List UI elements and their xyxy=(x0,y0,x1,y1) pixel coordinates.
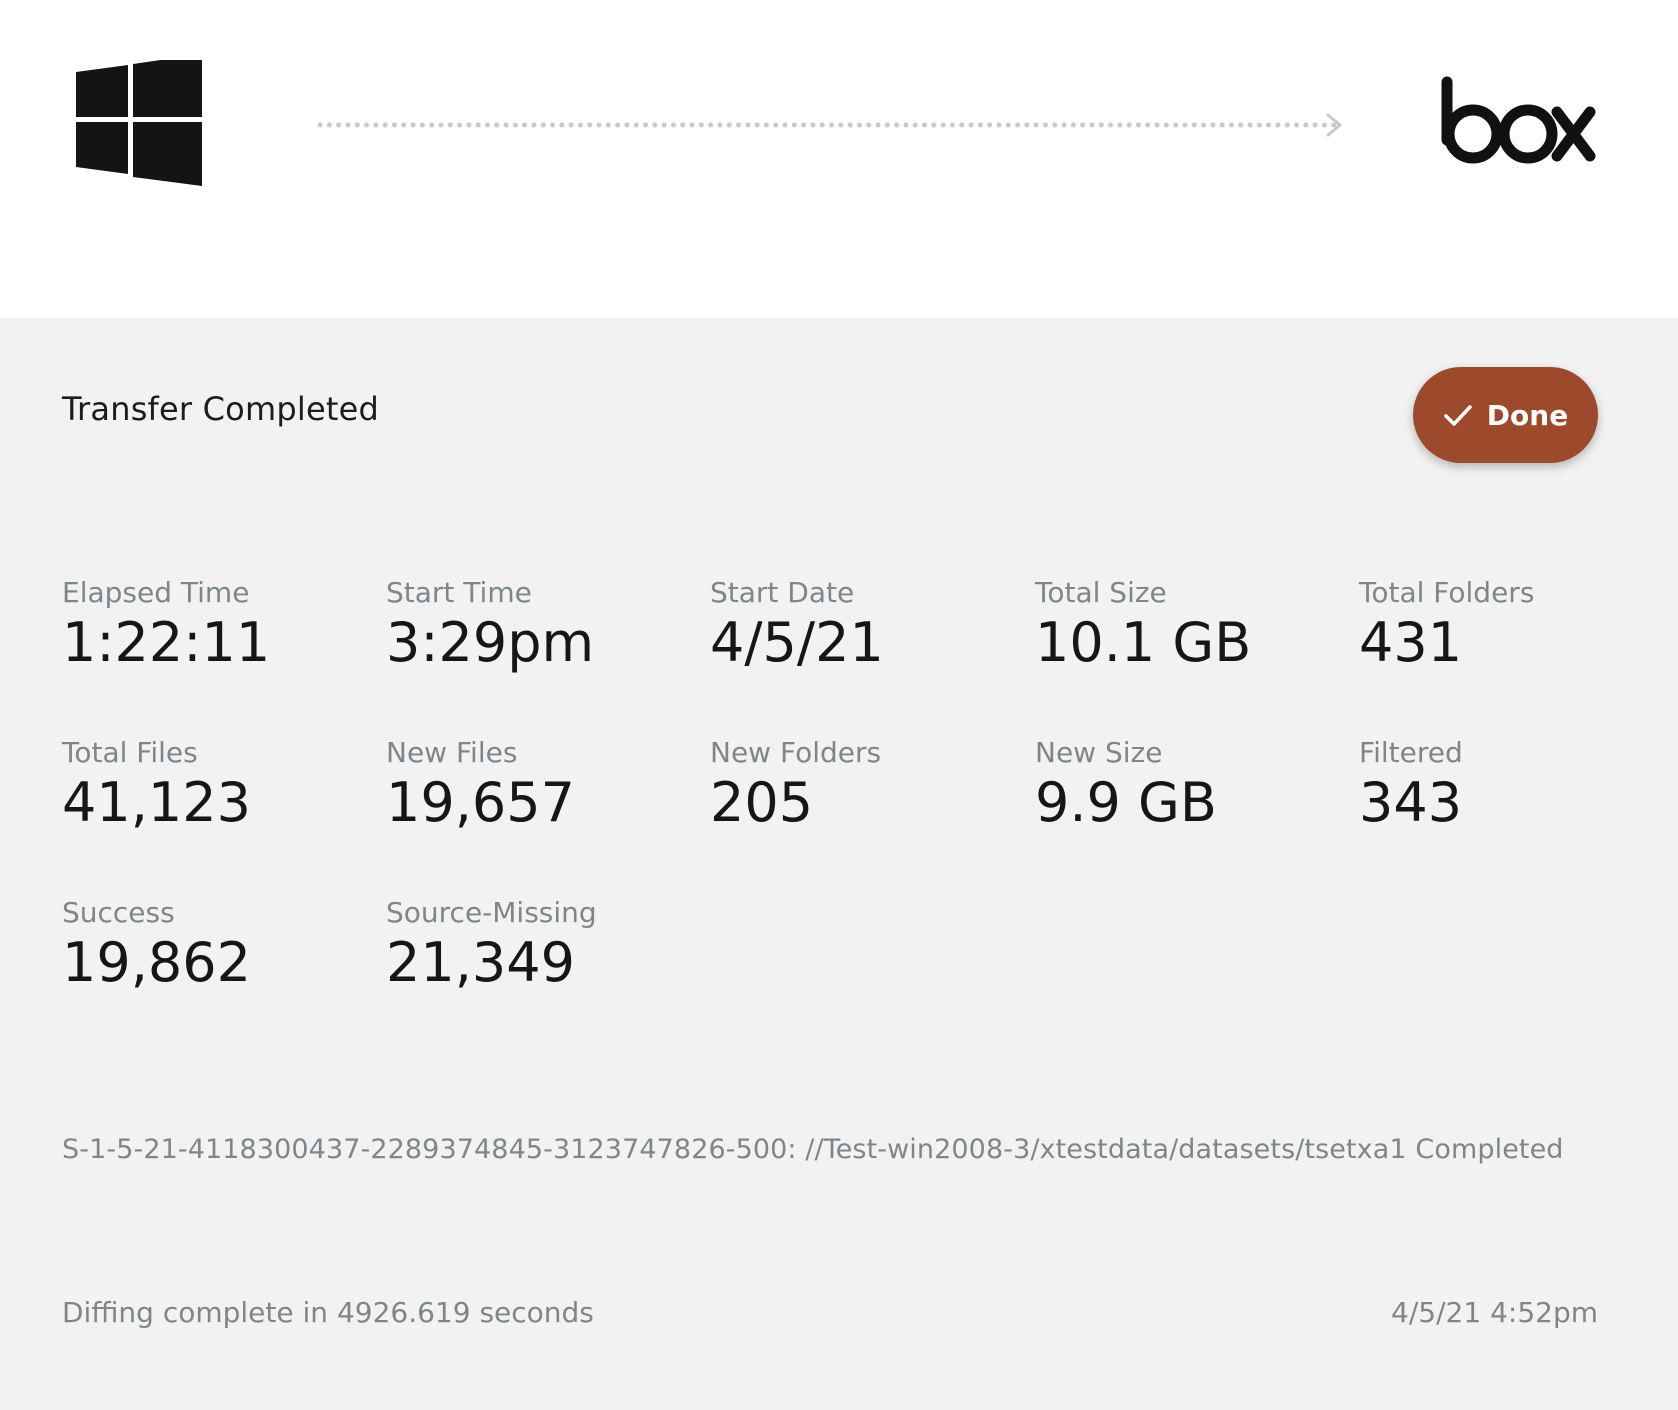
stat-value: 3:29pm xyxy=(386,611,595,674)
checkmark-icon xyxy=(1444,405,1472,426)
stat-value: 19,862 xyxy=(62,931,251,994)
stat-new-folders: New Folders 205 xyxy=(710,736,1030,834)
stat-value: 431 xyxy=(1359,611,1463,674)
stat-value: 9.9 GB xyxy=(1035,771,1217,834)
box-logo xyxy=(1441,76,1596,164)
stat-label: Source-Missing xyxy=(386,896,597,929)
stat-new-size: New Size 9.9 GB xyxy=(1035,736,1355,834)
stat-elapsed-time: Elapsed Time 1:22:11 xyxy=(62,576,382,674)
done-button[interactable]: Done xyxy=(1413,367,1598,463)
transfer-summary-page: Transfer Completed Done Elapsed Time 1:2… xyxy=(0,0,1678,1410)
dotted-arrow-icon xyxy=(318,113,1342,137)
stat-label: Start Time xyxy=(386,576,532,609)
stat-label: Success xyxy=(62,896,175,929)
stat-total-size: Total Size 10.1 GB xyxy=(1035,576,1355,674)
done-button-label: Done xyxy=(1486,398,1569,432)
stat-label: Start Date xyxy=(710,576,855,609)
stat-new-files: New Files 19,657 xyxy=(386,736,706,834)
log-path: S-1-5-21-4118300437-2289374845-312374782… xyxy=(62,1134,1407,1165)
stat-label: New Folders xyxy=(710,736,882,769)
windows-logo-icon xyxy=(76,60,202,186)
stat-total-files: Total Files 41,123 xyxy=(62,736,382,834)
stat-success: Success 19,862 xyxy=(62,896,382,994)
stat-label: Total Size xyxy=(1035,576,1167,609)
stat-value: 205 xyxy=(710,771,814,834)
stat-start-time: Start Time 3:29pm xyxy=(386,576,706,674)
log-state: Completed xyxy=(1415,1134,1564,1165)
stat-filtered: Filtered 343 xyxy=(1359,736,1678,834)
stat-value: 343 xyxy=(1359,771,1463,834)
stat-label: Total Files xyxy=(62,736,198,769)
transfer-header xyxy=(0,0,1678,318)
diffing-status: Diffing complete in 4926.619 seconds xyxy=(62,1296,594,1329)
stat-total-folders: Total Folders 431 xyxy=(1359,576,1678,674)
stat-label: Total Folders xyxy=(1359,576,1535,609)
completion-timestamp: 4/5/21 4:52pm xyxy=(1391,1296,1598,1329)
stat-value: 19,657 xyxy=(386,771,575,834)
stat-value: 21,349 xyxy=(386,931,575,994)
page-title: Transfer Completed xyxy=(62,390,379,428)
stat-label: Filtered xyxy=(1359,736,1463,769)
stat-label: New Files xyxy=(386,736,518,769)
transfer-log-line: S-1-5-21-4118300437-2289374845-312374782… xyxy=(62,1134,1602,1165)
stat-source-missing: Source-Missing 21,349 xyxy=(386,896,706,994)
summary-panel xyxy=(0,318,1678,1410)
stat-label: Elapsed Time xyxy=(62,576,250,609)
stat-value: 1:22:11 xyxy=(62,611,271,674)
stat-label: New Size xyxy=(1035,736,1163,769)
stat-start-date: Start Date 4/5/21 xyxy=(710,576,1030,674)
stat-value: 10.1 GB xyxy=(1035,611,1252,674)
stat-value: 4/5/21 xyxy=(710,611,884,674)
stat-value: 41,123 xyxy=(62,771,251,834)
